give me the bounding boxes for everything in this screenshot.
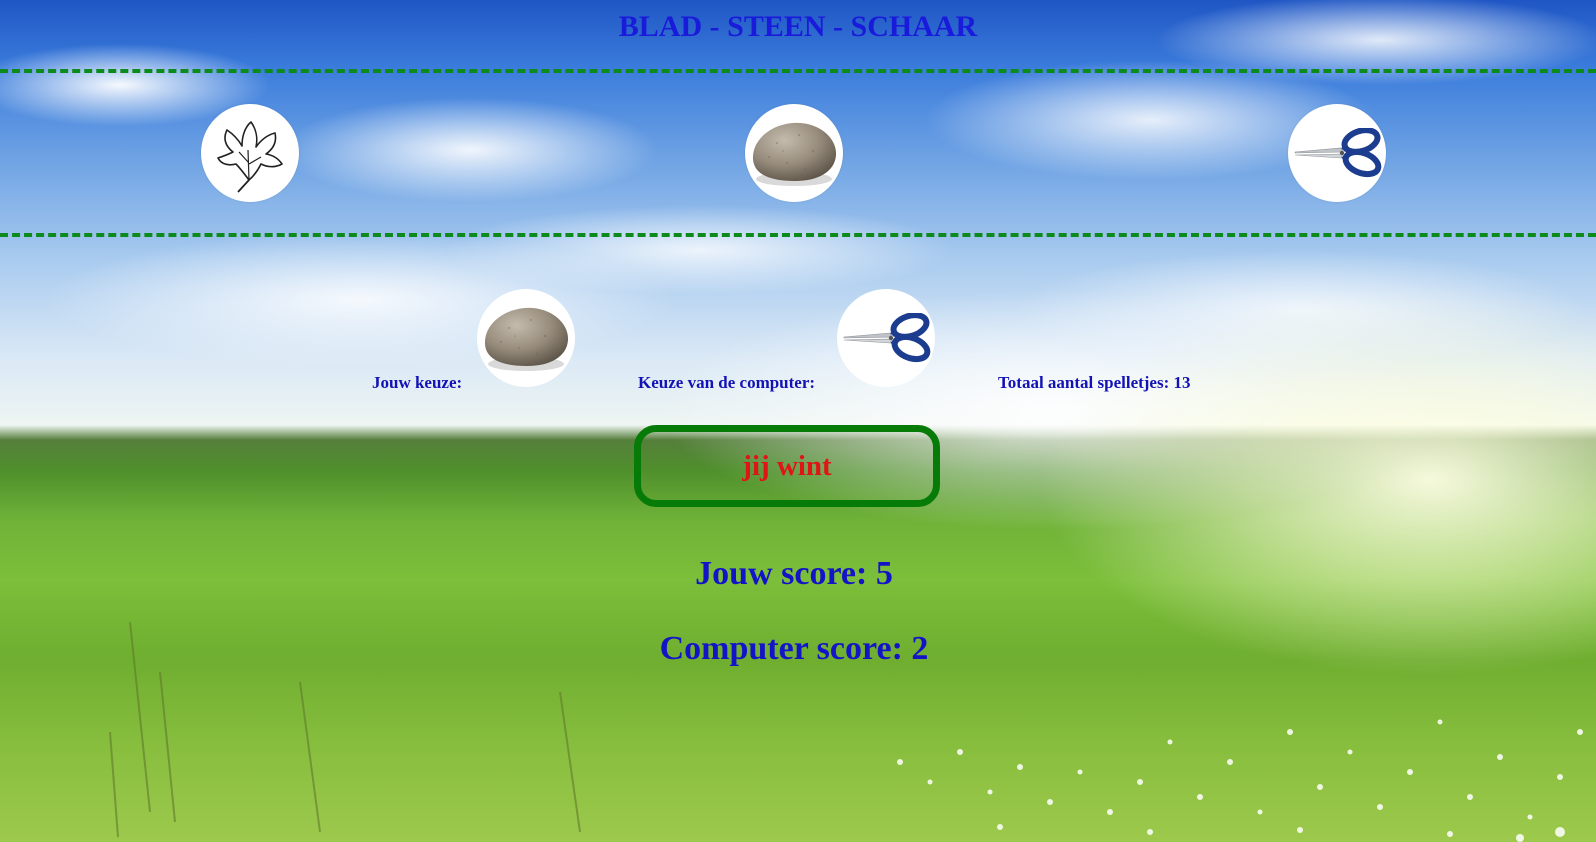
bottom-divider xyxy=(0,233,1596,237)
player-choice-label: Jouw keuze: xyxy=(372,373,463,392)
result-text: jij wint xyxy=(742,449,832,482)
stone-icon xyxy=(484,307,569,371)
leaf-icon xyxy=(217,121,283,193)
choice-schaar-button[interactable] xyxy=(1288,104,1386,202)
top-divider xyxy=(0,69,1596,73)
computer-choice-label: Keuze van de computer: xyxy=(638,373,816,392)
player-score: Jouw score: 5 xyxy=(695,555,893,592)
computer-score: Computer score: 2 xyxy=(659,630,929,667)
result-box: jij wint xyxy=(634,425,940,507)
scissors-icon xyxy=(1294,128,1382,178)
total-games-label: Totaal aantal spelletjes: 13 xyxy=(998,373,1191,392)
stone-icon xyxy=(752,122,837,186)
scissors-icon xyxy=(843,313,931,363)
choice-steen-button[interactable] xyxy=(745,104,843,202)
computer-choice-display xyxy=(837,289,935,387)
game-title: BLAD - STEEN - SCHAAR xyxy=(618,10,978,43)
choice-blad-button[interactable] xyxy=(201,104,299,202)
player-choice-display xyxy=(477,289,575,387)
